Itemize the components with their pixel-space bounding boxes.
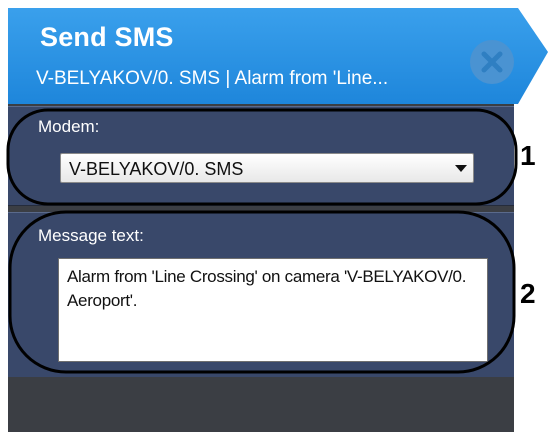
- close-icon: [481, 51, 503, 73]
- chevron-down-icon: [455, 165, 467, 172]
- close-button[interactable]: [470, 40, 514, 84]
- callout-1: 1: [520, 140, 536, 171]
- callout-2: 2: [520, 278, 536, 309]
- modem-select[interactable]: V-BELYAKOV/0. SMS: [60, 153, 474, 183]
- dialog-title: Send SMS: [40, 22, 174, 52]
- message-section: Message text: Alarm from 'Line Crossing'…: [8, 212, 514, 378]
- message-label: Message text:: [38, 226, 144, 245]
- modem-label: Modem:: [38, 117, 100, 136]
- modem-section: Modem: V-BELYAKOV/0. SMS: [8, 106, 514, 206]
- dialog-header: Send SMS V-BELYAKOV/0. SMS | Alarm from …: [8, 8, 548, 104]
- dialog-subtitle: V-BELYAKOV/0. SMS | Alarm from 'Line...: [36, 68, 389, 89]
- modem-select-value: V-BELYAKOV/0. SMS: [69, 159, 244, 179]
- message-text-field[interactable]: Alarm from 'Line Crossing' on camera 'V-…: [58, 258, 488, 362]
- dialog-footer: [8, 377, 514, 432]
